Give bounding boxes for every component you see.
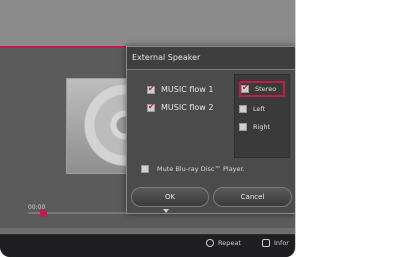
option-label: MUSIC flow 2 bbox=[161, 103, 214, 112]
channel-label: Left bbox=[253, 105, 266, 113]
progress-knob[interactable] bbox=[40, 210, 47, 217]
tv-screen: 00:00 Repeat Infor External Speaker MUSI… bbox=[0, 0, 296, 257]
option-label: MUSIC flow 1 bbox=[161, 85, 214, 94]
checkbox-stereo[interactable] bbox=[241, 83, 249, 93]
dialog-title: External Speaker bbox=[132, 53, 201, 62]
dialog-title-bar: External Speaker bbox=[127, 47, 295, 70]
repeat-button[interactable]: Repeat bbox=[206, 239, 241, 247]
option-music-flow-1[interactable]: MUSIC flow 1 bbox=[147, 84, 214, 94]
repeat-icon bbox=[206, 239, 214, 247]
header-background bbox=[0, 0, 295, 48]
channel-stereo[interactable]: Stereo bbox=[239, 81, 285, 97]
info-button[interactable]: Infor bbox=[262, 239, 289, 247]
channel-panel: Stereo Left Right bbox=[234, 74, 290, 158]
ok-button[interactable]: OK bbox=[131, 187, 209, 207]
option-music-flow-2[interactable]: MUSIC flow 2 bbox=[147, 102, 214, 112]
repeat-label: Repeat bbox=[218, 239, 241, 247]
external-speaker-dialog: External Speaker MUSIC flow 1 MUSIC flow… bbox=[126, 46, 295, 214]
mute-option[interactable]: Mute Blu-ray Disc™ Player. bbox=[141, 165, 245, 173]
info-icon bbox=[262, 239, 270, 247]
down-arrow-icon bbox=[163, 209, 169, 213]
info-label: Infor bbox=[274, 239, 289, 247]
channel-left[interactable]: Left bbox=[239, 101, 285, 117]
checkbox-mute[interactable] bbox=[141, 165, 149, 173]
checkbox-music-flow-2[interactable] bbox=[147, 102, 155, 112]
checkbox-left[interactable] bbox=[239, 105, 247, 113]
channel-right[interactable]: Right bbox=[239, 119, 285, 135]
mute-label: Mute Blu-ray Disc™ Player. bbox=[157, 165, 245, 173]
cancel-button[interactable]: Cancel bbox=[213, 187, 292, 207]
checkbox-right[interactable] bbox=[239, 123, 247, 131]
bottom-bar bbox=[0, 234, 295, 257]
checkbox-music-flow-1[interactable] bbox=[147, 84, 155, 94]
channel-label: Right bbox=[253, 123, 271, 131]
channel-label: Stereo bbox=[255, 85, 277, 93]
